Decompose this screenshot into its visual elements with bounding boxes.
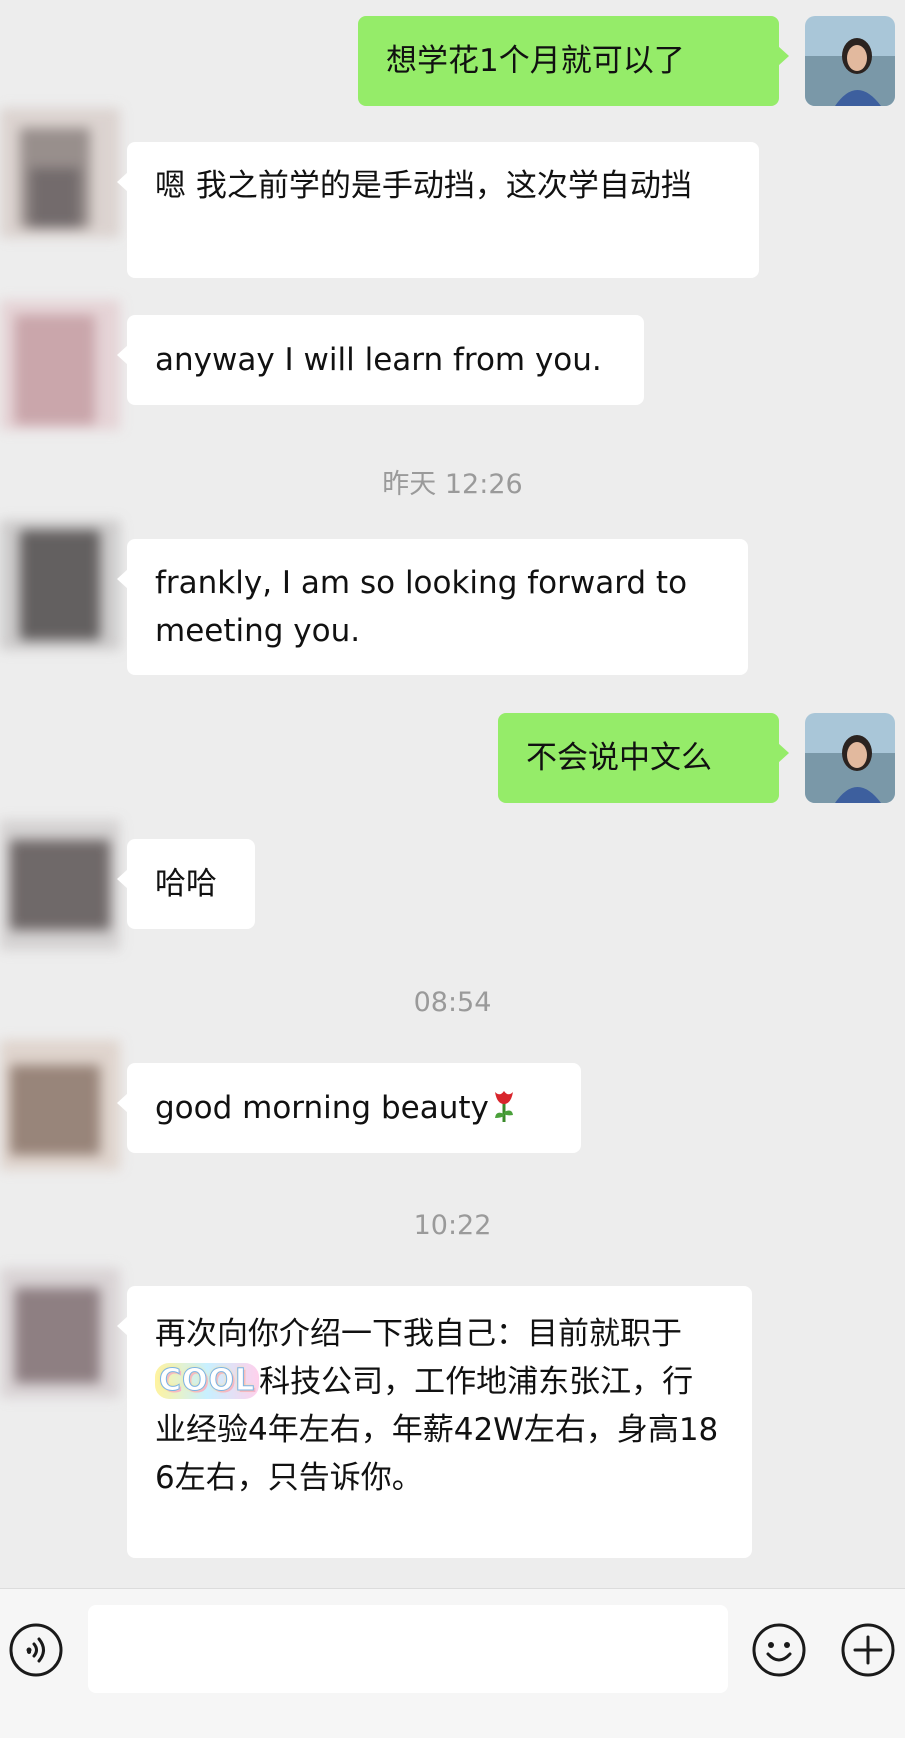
input-bar: [0, 1588, 905, 1738]
contact-avatar[interactable]: [0, 820, 120, 950]
message-bubble-received[interactable]: good morning beauty: [117, 1063, 581, 1153]
cool-sticker: COOL: [155, 1363, 260, 1399]
avatar-photo: [0, 108, 120, 238]
my-avatar[interactable]: [805, 16, 895, 106]
avatar-photo: [0, 1268, 120, 1398]
message-bubble-sent[interactable]: 想学花1个月就可以了: [358, 16, 789, 106]
avatar-photo: [0, 520, 120, 650]
avatar-photo: [0, 1040, 120, 1170]
contact-avatar[interactable]: [0, 108, 120, 238]
avatar-photo: [0, 820, 120, 950]
message-bubble-received[interactable]: anyway I will learn from you.: [117, 315, 644, 405]
contact-avatar[interactable]: [0, 300, 120, 430]
message-bubble-sent[interactable]: 不会说中文么: [498, 713, 789, 803]
contact-avatar[interactable]: [0, 520, 120, 650]
timestamp: 昨天 12:26: [382, 469, 523, 500]
timestamp: 08:54: [413, 987, 492, 1018]
message-text: 再次向你介绍一下我自己：目前就职于: [155, 1316, 682, 1352]
message-bubble-received[interactable]: 再次向你介绍一下我自己：目前就职于COOL 科技公司，工作地浦东张江，行业经验4年…: [117, 1286, 752, 1558]
contact-avatar[interactable]: [0, 1040, 120, 1170]
voice-button[interactable]: [8, 1622, 64, 1678]
avatar-photo: [805, 713, 895, 803]
contact-avatar[interactable]: [0, 1268, 120, 1398]
avatar-photo: [805, 16, 895, 106]
emoji-button[interactable]: [751, 1622, 807, 1678]
chat-area[interactable]: 想学花1个月就可以了 嗯 我之前学的是手动挡，这次学自动挡 anyway I w…: [0, 0, 905, 1588]
more-button[interactable]: [840, 1622, 896, 1678]
voice-icon: [9, 1623, 63, 1677]
message-bubble-received[interactable]: frankly, I am so looking forward to meet…: [117, 539, 748, 675]
plus-icon: [841, 1623, 895, 1677]
message-bubble-received[interactable]: 哈哈: [117, 839, 255, 929]
avatar-photo: [0, 300, 120, 430]
rose-icon: [489, 1069, 519, 1159]
my-avatar[interactable]: [805, 713, 895, 803]
emoji-icon: [752, 1623, 806, 1677]
timestamp: 10:22: [413, 1210, 492, 1241]
message-bubble-received[interactable]: 嗯 我之前学的是手动挡，这次学自动挡: [117, 142, 759, 278]
message-text: good morning beauty: [155, 1090, 489, 1126]
message-input[interactable]: [88, 1605, 728, 1693]
